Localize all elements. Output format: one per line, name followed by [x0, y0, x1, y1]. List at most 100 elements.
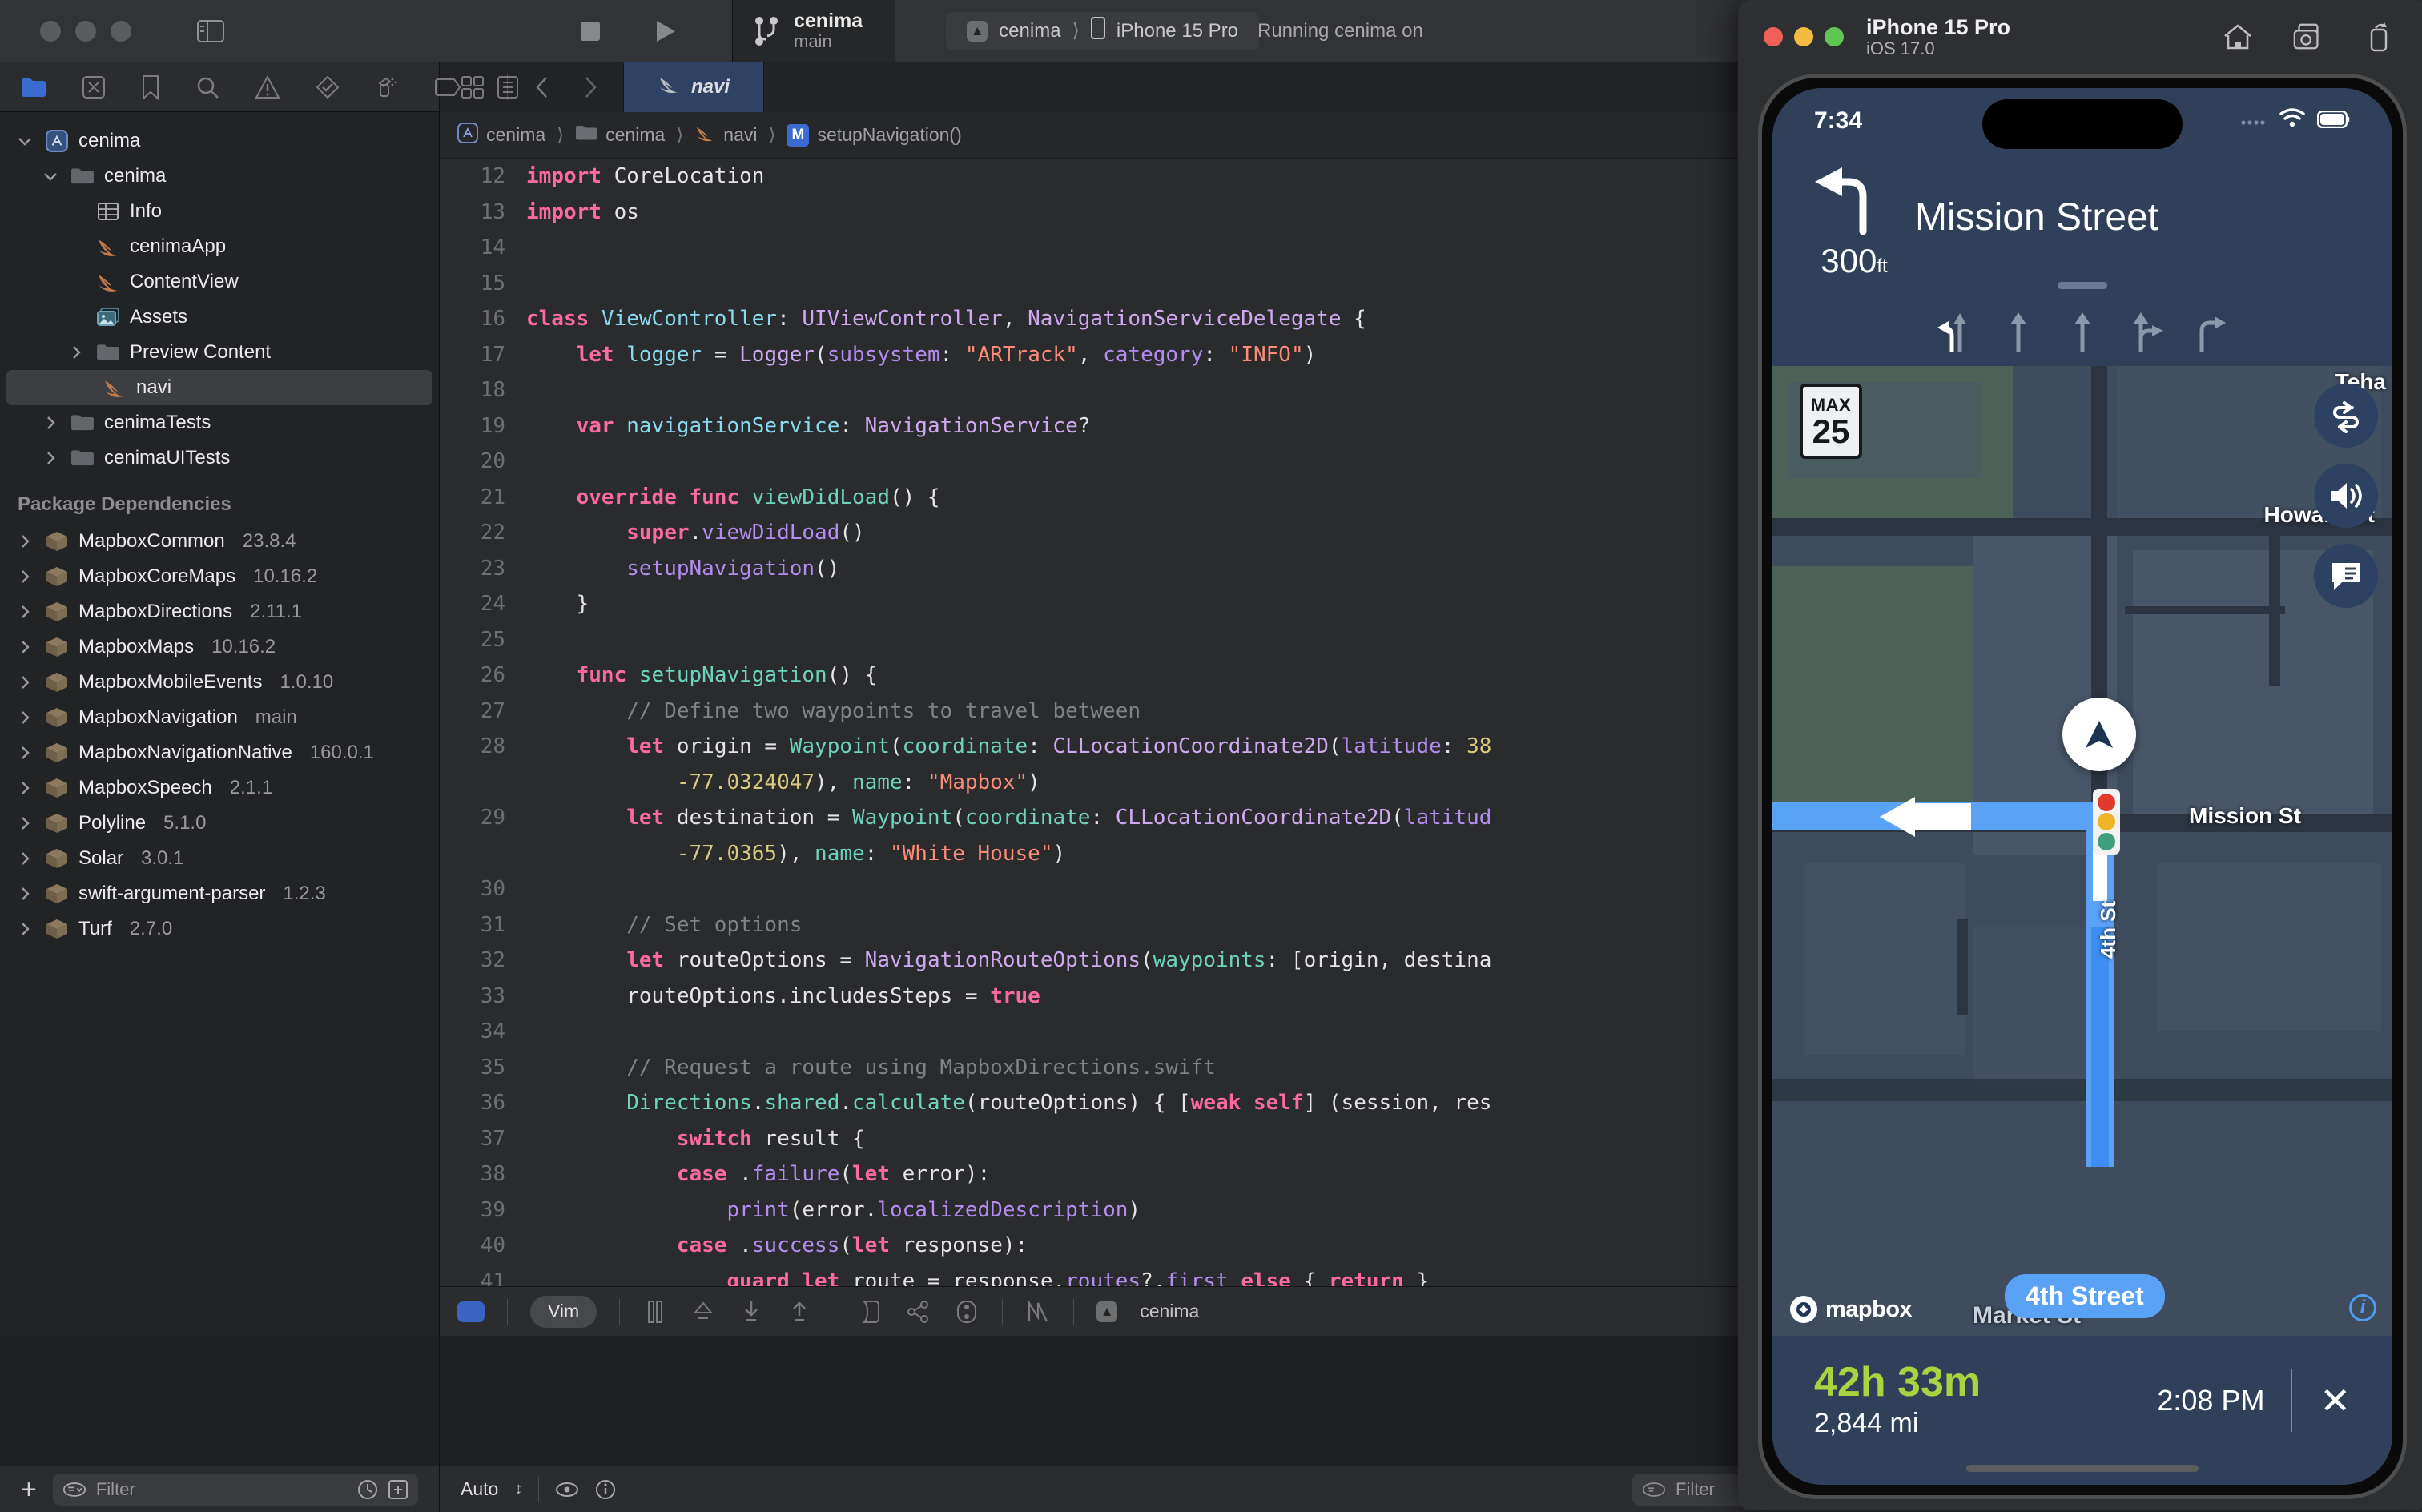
tree-item-cenimatests[interactable]: cenimaTests	[0, 405, 439, 440]
package-item-mapboxmobileevents[interactable]: MapboxMobileEvents1.0.10	[0, 665, 439, 700]
code-token: .	[739, 1233, 752, 1257]
pause-icon[interactable]	[642, 1299, 668, 1325]
package-item-mapboxcommon[interactable]: MapboxCommon23.8.4	[0, 524, 439, 559]
chevron-updown-icon[interactable]: ↕	[514, 1480, 522, 1498]
chevron-right-icon[interactable]	[66, 345, 86, 360]
tree-item-info[interactable]: Info	[0, 194, 439, 229]
chevron-right-icon[interactable]	[14, 605, 35, 619]
tree-item-cenimauitests[interactable]: cenimaUITests	[0, 440, 439, 476]
chevron-right-icon[interactable]	[40, 451, 61, 465]
chevron-down-icon[interactable]	[40, 171, 61, 181]
sidebar-tab-tests[interactable]	[316, 74, 340, 101]
chevron-right-icon[interactable]	[14, 922, 35, 936]
tree-item-cenima[interactable]: cenima	[0, 159, 439, 194]
home-icon[interactable]	[2222, 21, 2254, 53]
package-item-mapboxcoremaps[interactable]: MapboxCoreMaps10.16.2	[0, 559, 439, 594]
end-navigation-button[interactable]: ✕	[2319, 1382, 2351, 1419]
info-icon[interactable]	[595, 1479, 616, 1500]
editor-grid-icon[interactable]	[459, 74, 486, 101]
breadcrumb-item-1[interactable]: cenima	[606, 124, 665, 146]
volume-icon[interactable]	[2314, 464, 2378, 528]
sidebar-tab-bookmarks[interactable]	[141, 74, 160, 101]
tree-item-preview-content[interactable]: Preview Content	[0, 335, 439, 370]
stop-button[interactable]	[577, 18, 604, 45]
chevron-right-icon[interactable]	[14, 710, 35, 725]
breadcrumb-item-0[interactable]: cenima	[486, 124, 545, 146]
sim-close-button[interactable]	[1764, 27, 1783, 46]
turn-left-icon	[1806, 154, 1894, 242]
step-over-icon[interactable]	[690, 1299, 716, 1325]
tree-item-cenimaapp[interactable]: cenimaApp	[0, 229, 439, 264]
toggle-sidebar-icon[interactable]	[197, 18, 224, 45]
vim-mode-badge[interactable]: Vim	[530, 1296, 597, 1328]
package-item-mapboxdirections[interactable]: MapboxDirections2.11.1	[0, 594, 439, 629]
map-info-icon[interactable]: i	[2349, 1294, 2376, 1321]
eye-icon[interactable]	[555, 1481, 579, 1498]
sidebar-tab-project[interactable]	[21, 74, 46, 101]
sidebar-tab-issues[interactable]	[255, 74, 280, 101]
home-indicator[interactable]	[1966, 1465, 2199, 1472]
chevron-right-icon[interactable]	[14, 569, 35, 584]
banner-grabber[interactable]	[2058, 282, 2107, 289]
sidebar-tab-source-control[interactable]	[82, 74, 106, 101]
screenshot-icon[interactable]	[2292, 21, 2324, 53]
package-item-turf[interactable]: Turf2.7.0	[0, 911, 439, 947]
package-item-mapboxnavigationnative[interactable]: MapboxNavigationNative160.0.1	[0, 735, 439, 770]
tree-item-contentview[interactable]: ContentView	[0, 264, 439, 300]
mapbox-attribution[interactable]: mapbox	[1790, 1296, 1912, 1323]
step-into-icon[interactable]	[738, 1299, 764, 1325]
sidebar-tab-debug[interactable]	[375, 74, 399, 101]
package-item-mapboxmaps[interactable]: MapboxMaps10.16.2	[0, 629, 439, 665]
navigation-map[interactable]: Teha Howard St Mission St 4th St Market …	[1772, 366, 2392, 1336]
sim-minimize-button[interactable]	[1794, 27, 1813, 46]
chevron-right-icon[interactable]	[40, 416, 61, 430]
stack-icon[interactable]	[858, 1299, 883, 1325]
breadcrumb-item-3[interactable]: setupNavigation()	[817, 124, 961, 146]
tree-item-cenima[interactable]: cenima	[0, 123, 439, 159]
share-icon[interactable]	[2363, 21, 2395, 53]
tab-navi[interactable]: navi	[623, 62, 764, 112]
zoom-button[interactable]	[111, 21, 131, 42]
scheme-selector[interactable]: ▲ cenima ⟩ iPhone 15 Pro	[946, 12, 1259, 50]
trip-progress-banner[interactable]: 42h 33m 2,844 mi 2:08 PM ✕	[1772, 1336, 2392, 1485]
chevron-right-icon[interactable]	[14, 746, 35, 760]
chevron-right-icon[interactable]	[14, 675, 35, 690]
feedback-icon[interactable]	[2314, 544, 2378, 608]
sim-zoom-button[interactable]	[1825, 27, 1844, 46]
toggle-list-icon[interactable]	[954, 1299, 980, 1325]
route-overview-icon[interactable]	[2314, 384, 2378, 448]
chevron-right-icon[interactable]	[14, 781, 35, 795]
share-graph-icon[interactable]	[906, 1299, 931, 1325]
step-out-icon[interactable]	[787, 1299, 812, 1325]
filter-input[interactable]: Filter	[53, 1474, 418, 1506]
package-item-swift-argument-parser[interactable]: swift-argument-parser1.2.3	[0, 876, 439, 911]
chevron-right-icon[interactable]	[14, 887, 35, 901]
package-item-mapboxspeech[interactable]: MapboxSpeech2.1.1	[0, 770, 439, 806]
chart-icon[interactable]	[1025, 1299, 1051, 1325]
chevron-right-icon[interactable]	[14, 851, 35, 866]
auto-label[interactable]: Auto	[461, 1478, 498, 1500]
chevron-right-icon[interactable]	[14, 534, 35, 549]
tree-item-assets[interactable]: Assets	[0, 300, 439, 335]
minimize-button[interactable]	[75, 21, 96, 42]
package-item-solar[interactable]: Solar3.0.1	[0, 841, 439, 876]
navigation-instruction-banner[interactable]: 300ft Mission Street	[1772, 151, 2392, 296]
add-button[interactable]: +	[21, 1476, 37, 1503]
branch-indicator[interactable]: cenima main	[733, 0, 895, 62]
sidebar-tab-breakpoints[interactable]	[434, 74, 461, 101]
code-token: (	[839, 1162, 852, 1186]
run-button[interactable]	[652, 18, 679, 45]
chevron-right-icon[interactable]	[14, 640, 35, 654]
package-item-mapboxnavigation[interactable]: MapboxNavigationmain	[0, 700, 439, 735]
sidebar-tab-reports[interactable]	[497, 74, 519, 101]
nav-forward-icon[interactable]	[577, 74, 604, 101]
chevron-right-icon[interactable]	[14, 816, 35, 830]
package-item-polyline[interactable]: Polyline5.1.0	[0, 806, 439, 841]
close-button[interactable]	[40, 21, 61, 42]
nav-back-icon[interactable]	[529, 74, 556, 101]
breadcrumb-item-2[interactable]: navi	[723, 124, 757, 146]
chevron-down-icon[interactable]	[14, 136, 35, 146]
tree-item-navi[interactable]: navi	[6, 370, 432, 405]
sidebar-tab-find[interactable]	[195, 74, 219, 101]
window-traffic-lights[interactable]	[0, 21, 131, 42]
